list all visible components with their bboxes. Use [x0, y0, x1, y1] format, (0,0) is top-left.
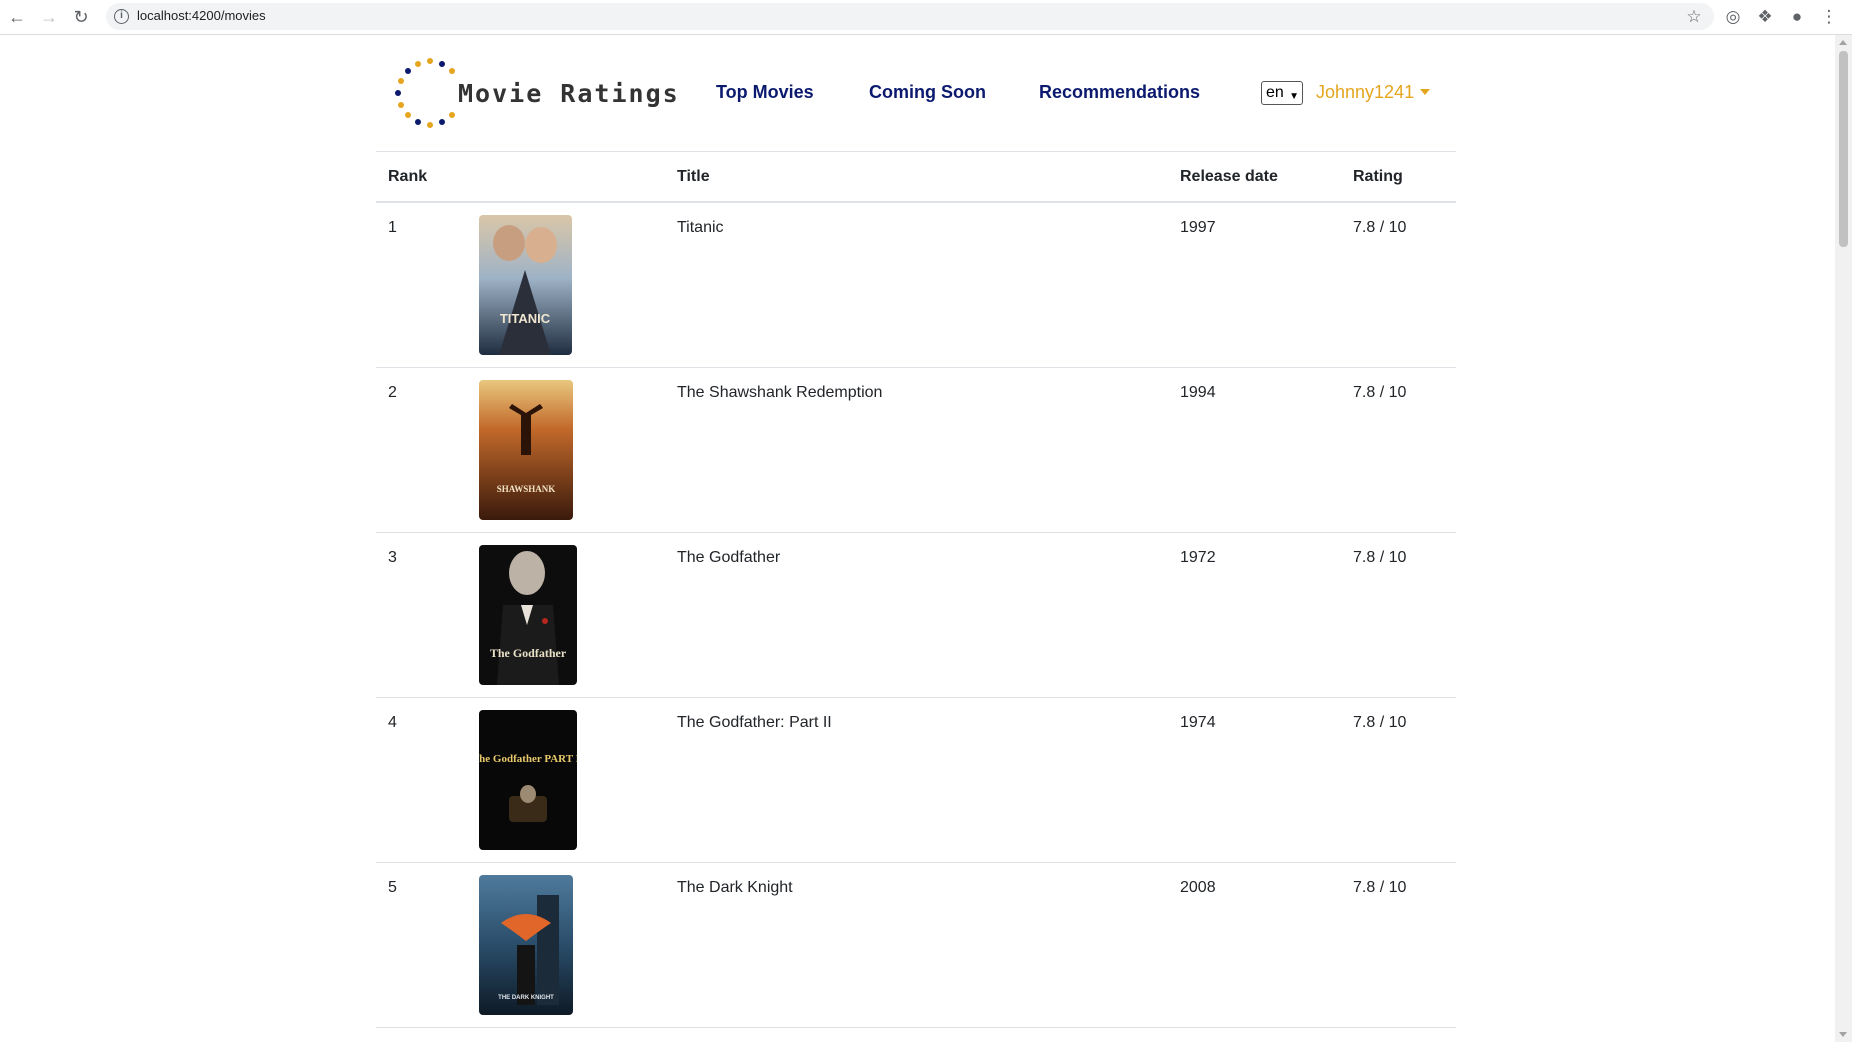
scroll-down-icon[interactable]	[1839, 1032, 1847, 1037]
col-title: Title	[677, 168, 710, 185]
caret-down-icon	[1420, 89, 1431, 95]
chevron-down-icon: ▼	[1289, 91, 1299, 102]
scroll-up-icon[interactable]	[1839, 40, 1847, 45]
back-icon[interactable]: ←	[6, 6, 28, 28]
table-row[interactable]: 1 TITANIC Titanic 1997 7.8 / 10	[376, 203, 1456, 368]
rating: 7.8 / 10	[1353, 879, 1407, 896]
poster-image[interactable]: THE DARK KNIGHT	[479, 875, 573, 1015]
brand-title[interactable]: Movie Ratings	[458, 79, 680, 108]
puzzle-icon[interactable]: ❖	[1754, 6, 1776, 28]
col-rank: Rank	[388, 168, 428, 185]
table-row[interactable]: 4 The Godfather PART II The Godfather: P…	[376, 698, 1456, 863]
release-year: 1994	[1180, 384, 1216, 401]
rating: 7.8 / 10	[1353, 384, 1407, 401]
language-value: en	[1266, 84, 1284, 101]
scrollbar[interactable]	[1835, 35, 1852, 1042]
username: Johnny1241	[1316, 82, 1415, 102]
extension-icon[interactable]: ◎	[1722, 6, 1744, 28]
title[interactable]: The Dark Knight	[677, 879, 793, 897]
nav-recommendations[interactable]: Recommendations	[1039, 82, 1200, 103]
title[interactable]: Titanic	[677, 219, 724, 237]
poster-caption: TITANIC	[500, 311, 551, 326]
rank: 1	[388, 219, 397, 236]
site-header: Movie Ratings Top Movies Coming Soon Rec…	[376, 35, 1456, 152]
reload-icon[interactable]: ↻	[70, 6, 92, 28]
poster-caption: The Godfather PART II	[479, 753, 577, 765]
title[interactable]: The Godfather	[677, 549, 780, 567]
title[interactable]: The Godfather: Part II	[677, 714, 832, 732]
nav-coming-soon[interactable]: Coming Soon	[869, 82, 986, 103]
star-icon[interactable]: ☆	[1683, 6, 1705, 28]
poster-image[interactable]: SHAWSHANK	[479, 380, 573, 520]
url-text[interactable]: localhost:4200/movies	[137, 8, 266, 23]
language-select[interactable]: en ▼	[1261, 81, 1303, 105]
poster-image[interactable]: TITANIC	[479, 215, 572, 355]
col-release: Release date	[1180, 168, 1278, 185]
col-rating: Rating	[1353, 168, 1403, 185]
menu-icon[interactable]: ⋮	[1818, 6, 1840, 28]
rank: 3	[388, 549, 397, 566]
poster-caption: SHAWSHANK	[497, 484, 556, 494]
rating: 7.8 / 10	[1353, 219, 1407, 236]
release-year: 1972	[1180, 549, 1216, 566]
poster-caption: THE DARK KNIGHT	[498, 995, 554, 1001]
poster-caption: The Godfather	[490, 646, 567, 660]
table-row[interactable]: 2 SHAWSHANK The Shawshank Redemption 199…	[376, 368, 1456, 533]
info-icon[interactable]: i	[114, 9, 129, 24]
rating: 7.8 / 10	[1353, 714, 1407, 731]
poster-image[interactable]: The Godfather	[479, 545, 577, 685]
table-row[interactable]: 5 THE DARK KNIGHT The Dark Knight 2008 7…	[376, 863, 1456, 1028]
movies-table: Rank Title Release date Rating 1 TITANIC…	[376, 152, 1456, 1028]
table-row[interactable]: 3 The Godfather The Godfather 1972 7.8 /…	[376, 533, 1456, 698]
rating: 7.8 / 10	[1353, 549, 1407, 566]
rank: 5	[388, 879, 397, 896]
user-dropdown[interactable]: Johnny1241	[1316, 82, 1431, 103]
release-year: 2008	[1180, 879, 1216, 896]
title[interactable]: The Shawshank Redemption	[677, 384, 882, 402]
rank: 2	[388, 384, 397, 401]
profile-icon[interactable]: ●	[1786, 6, 1808, 28]
rank: 4	[388, 714, 397, 731]
browser-toolbar: ← → ↻ i localhost:4200/movies ☆ ◎ ❖ ● ⋮	[0, 0, 1852, 35]
nav-top-movies[interactable]: Top Movies	[716, 82, 814, 103]
table-header: Rank Title Release date Rating	[376, 152, 1456, 203]
scroll-thumb[interactable]	[1839, 51, 1848, 247]
address-bar[interactable]: i localhost:4200/movies	[106, 3, 1714, 30]
forward-icon[interactable]: →	[38, 6, 60, 28]
release-year: 1974	[1180, 714, 1216, 731]
poster-image[interactable]: The Godfather PART II	[479, 710, 577, 850]
release-year: 1997	[1180, 219, 1216, 236]
